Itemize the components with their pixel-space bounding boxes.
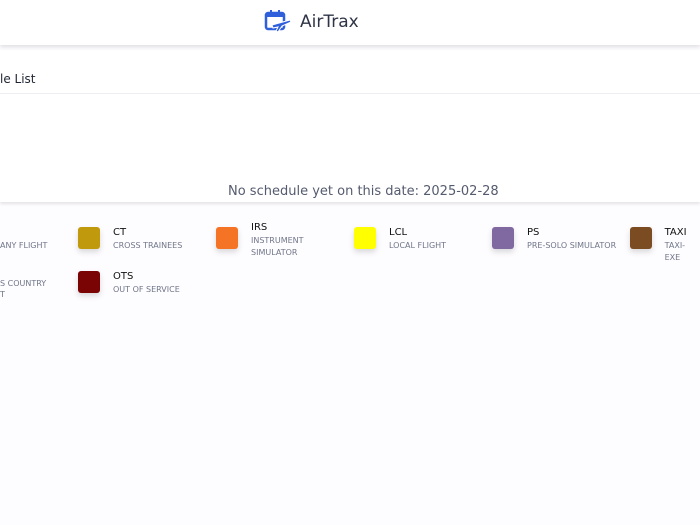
legend-item-ct: CT CROSS TRAINEES: [78, 227, 182, 252]
color-swatch: [78, 271, 100, 293]
app-name: AirTrax: [300, 12, 359, 32]
legend-item-irs: IRS INSTRUMENT SIMULATOR: [216, 222, 321, 259]
app-header: AirTrax: [0, 0, 700, 45]
legend-code: PS: [527, 227, 540, 238]
app-logo[interactable]: AirTrax: [264, 10, 359, 34]
legend-desc: CROSS TRAINEES: [113, 241, 183, 250]
legend-desc: TAXI-EXE: [664, 241, 686, 262]
legend-desc-clipped: S COUNTRY: [0, 279, 47, 288]
legend-desc: INSTRUMENT SIMULATOR: [251, 236, 304, 257]
legend-item-ots: OTS OUT OF SERVICE: [78, 271, 180, 296]
schedule-list-card: le List No schedule yet on this date: 20…: [0, 50, 700, 202]
legend-desc-clipped: ANY FLIGHT: [0, 241, 48, 250]
legend-desc: PRE-SOLO SIMULATOR: [527, 241, 617, 250]
color-swatch: [630, 227, 652, 249]
legend-item-taxi: TAXI TAXI-EXE: [630, 227, 700, 264]
color-swatch: [216, 227, 238, 249]
legend-code: IRS: [251, 222, 268, 233]
legend-desc-clipped: T: [0, 290, 5, 299]
legend-item-lcl: LCL LOCAL FLIGHT: [354, 227, 446, 252]
legend-code: LCL: [389, 227, 408, 238]
legend-desc: LOCAL FLIGHT: [389, 241, 447, 250]
card-title: le List: [0, 72, 36, 86]
color-swatch: [354, 227, 376, 249]
legend-code: CT: [113, 227, 127, 238]
legend-item-ps: PS PRE-SOLO SIMULATOR: [492, 227, 616, 252]
legend-code: TAXI: [664, 227, 687, 238]
legend-code: OTS: [113, 271, 134, 282]
legend-desc: OUT OF SERVICE: [113, 285, 180, 294]
color-swatch: [492, 227, 514, 249]
calendar-plane-icon: [264, 10, 292, 33]
color-swatch: [78, 227, 100, 249]
divider: [0, 93, 700, 94]
empty-message: No schedule yet on this date: 2025-02-28: [228, 184, 499, 199]
